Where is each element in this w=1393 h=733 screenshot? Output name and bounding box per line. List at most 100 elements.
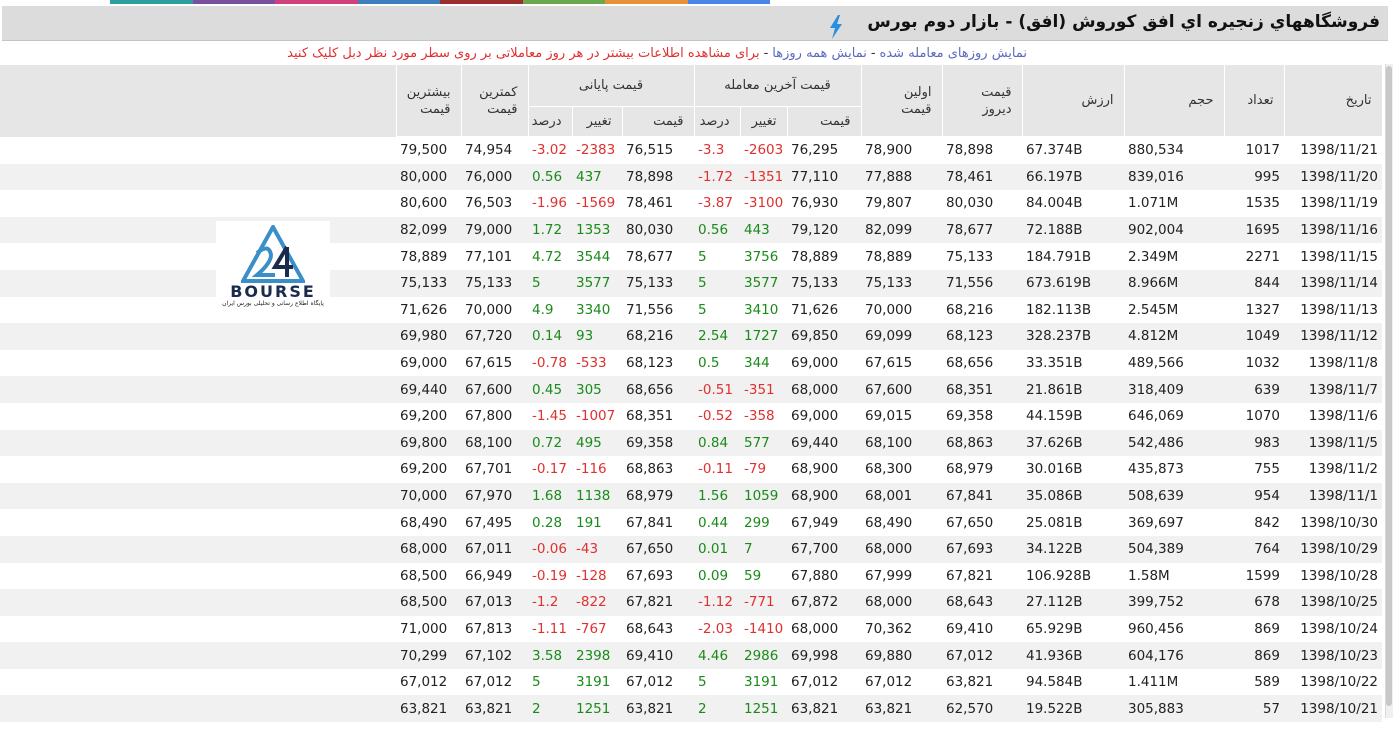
cell-count: 639 xyxy=(1224,376,1284,403)
cell-last-price: 68,900 xyxy=(791,461,839,478)
row-spacer xyxy=(0,216,396,244)
table-row[interactable]: 69,980 67,720 0.14 93 68,216 2.54 1727 69,850 69… xyxy=(0,323,1382,350)
cell-min: 67,813 xyxy=(465,620,513,637)
table-row[interactable]: 68,500 66,949 -0.19 -128 67,693 0.09 59 67,880 6… xyxy=(0,563,1382,590)
cell-last-price: 68,000 xyxy=(787,376,861,403)
cell-last-pct: 4.46 xyxy=(694,642,740,669)
scrollbar-thumb[interactable] xyxy=(1386,66,1392,706)
cell-first: 77,888 xyxy=(861,163,942,191)
table-row[interactable]: 79,500 74,954 -3.02 -2383 76,515 -3.3 -2603 76,… xyxy=(0,137,1382,164)
table-row[interactable]: 70,299 67,102 3.58 2398 69,410 4.46 2986 69,998… xyxy=(0,642,1382,669)
table-row[interactable]: 78,889 77,101 4.72 3544 78,677 5 3756 78,889 78,… xyxy=(0,243,1382,270)
cell-last-change: -771 xyxy=(740,589,787,616)
cell-value: 21.861B xyxy=(1022,376,1124,403)
table-row[interactable]: 70,000 67,970 1.68 1138 68,979 1.56 1059 68,900… xyxy=(0,482,1382,510)
cell-volume: 1.071M xyxy=(1128,195,1179,212)
cell-max: 79,500 xyxy=(400,142,448,159)
header-last-percent[interactable]: درصد xyxy=(693,106,741,137)
cell-last-change: 299 xyxy=(744,514,770,531)
table-row[interactable]: 71,000 67,813 -1.11 -767 68,643 -2.03 -1410 68,… xyxy=(0,616,1382,643)
link-all-days[interactable]: نمایش همه روزها xyxy=(772,46,867,61)
cell-last-price: 67,949 xyxy=(791,514,839,531)
header-count[interactable]: تعداد xyxy=(1223,64,1285,137)
header-min-price[interactable]: کمترین قیمت xyxy=(460,64,529,137)
table-row[interactable]: 82,099 79,000 1.72 1353 80,030 0.56 443 79,120 8… xyxy=(0,216,1382,244)
table-row[interactable]: 68,500 67,013 -1.2 -822 67,821 -1.12 -771 67,87… xyxy=(0,589,1382,616)
link-traded-days[interactable]: نمایش روزهای معامله شده xyxy=(880,46,1027,61)
header-final-change[interactable]: تغییر xyxy=(571,106,623,137)
cell-final-price: 69,410 xyxy=(622,642,694,669)
cell-min: 67,970 xyxy=(461,482,528,510)
cell-final-price: 71,556 xyxy=(626,301,674,318)
cell-final-pct: -0.19 xyxy=(532,567,567,584)
row-spacer xyxy=(0,323,396,350)
cell-date: 1398/11/15 xyxy=(1300,248,1378,265)
cell-prev: 68,123 xyxy=(942,323,1022,350)
top-color-strip xyxy=(110,0,770,4)
table-row[interactable]: 75,133 75,133 5 3577 75,133 5 3577 75,133 75,133… xyxy=(0,269,1382,297)
cell-value: 19.522B xyxy=(1022,695,1124,723)
cell-final-pct: 0.72 xyxy=(528,429,572,457)
cell-max: 82,099 xyxy=(396,216,461,244)
table-row[interactable]: 68,490 67,495 0.28 191 67,841 0.44 299 67,949 68… xyxy=(0,509,1382,536)
info-line: نمایش روزهای معامله شده-نمایش همه روزها-… xyxy=(287,46,1027,61)
cell-last-price: 68,900 xyxy=(787,482,861,510)
table-row[interactable]: 69,440 67,600 0.45 305 68,656 -0.51 -351 68,000… xyxy=(0,376,1382,403)
cell-final-price: 68,643 xyxy=(626,620,674,637)
header-volume[interactable]: حجم xyxy=(1123,64,1225,137)
cell-last-pct: -0.51 xyxy=(694,376,740,403)
cell-final-change: -116 xyxy=(576,461,607,478)
cell-last-price: 67,012 xyxy=(791,674,839,691)
table-row[interactable]: 80,000 76,000 0.56 437 78,898 -1.72 -1351 77,11… xyxy=(0,163,1382,191)
cell-final-pct: -3.02 xyxy=(532,142,567,159)
cell-last-change: -1351 xyxy=(740,163,787,191)
cell-final-pct: 0.28 xyxy=(532,514,563,531)
cell-final-change: -128 xyxy=(576,567,607,584)
cell-max: 68,500 xyxy=(400,567,448,584)
cell-value: 34.122B xyxy=(1022,535,1124,563)
cell-final-pct: 0.45 xyxy=(528,376,572,403)
header-prev-price[interactable]: قیمت دیروز xyxy=(941,64,1023,137)
cell-last-change: 577 xyxy=(740,429,787,457)
table-row[interactable]: 71,626 70,000 4.9 3340 71,556 5 3410 71,626 70,0… xyxy=(0,297,1382,324)
table-row[interactable]: 68,000 67,011 -0.06 -43 67,650 0.01 7 67,700 68,… xyxy=(0,535,1382,563)
cell-final-change: -1569 xyxy=(576,195,616,212)
table-row[interactable]: 69,200 67,800 -1.45 -1007 68,351 -0.52 -358 69,… xyxy=(0,403,1382,430)
cell-value: 673.619B xyxy=(1022,269,1124,297)
table-row[interactable]: 69,000 67,615 -0.78 -533 68,123 0.5 344 69,000 6… xyxy=(0,350,1382,377)
cell-prev: 69,410 xyxy=(946,620,994,637)
cell-first: 68,490 xyxy=(865,514,913,531)
cell-count: 954 xyxy=(1224,482,1284,510)
header-first-price[interactable]: اولین قیمت xyxy=(860,64,943,137)
row-spacer xyxy=(0,482,396,510)
header-last-trade[interactable]: قیمت آخرین معامله xyxy=(693,64,862,107)
cell-volume: 489,566 xyxy=(1128,355,1184,372)
cell-final-pct: 5 xyxy=(528,269,572,297)
header-final-price[interactable]: قیمت پایانی xyxy=(527,64,695,107)
table-row[interactable]: 69,200 67,701 -0.17 -116 68,863 -0.11 -79 68,90… xyxy=(0,456,1382,483)
cell-last-pct: 5 xyxy=(698,301,707,318)
cell-last-change: -2603 xyxy=(744,142,784,159)
header-value[interactable]: ارزش xyxy=(1021,64,1125,137)
header-date[interactable]: تاریخ xyxy=(1283,64,1383,137)
cell-final-pct: -1.11 xyxy=(532,620,567,637)
cell-first: 68,001 xyxy=(861,482,942,510)
cell-final-change: 3191 xyxy=(576,674,611,691)
cell-volume: 2.545M xyxy=(1128,301,1179,318)
header-final-value[interactable]: قیمت xyxy=(621,106,695,137)
table-row[interactable]: 67,012 67,012 5 3191 67,012 5 3191 67,012 67,012… xyxy=(0,669,1382,696)
cell-count: 2271 xyxy=(1245,248,1280,265)
table-row[interactable]: 69,800 68,100 0.72 495 69,358 0.84 577 69,440 68… xyxy=(0,429,1382,457)
header-last-value[interactable]: قیمت xyxy=(786,106,862,137)
cell-prev: 78,898 xyxy=(946,142,994,159)
cell-count: 983 xyxy=(1224,429,1284,457)
cell-first: 68,100 xyxy=(861,429,942,457)
cell-last-pct: 0.56 xyxy=(694,216,740,244)
header-max-price[interactable]: بیشترین قیمت xyxy=(395,64,462,137)
table-row[interactable]: 80,600 76,503 -1.96 -1569 78,461 -3.87 -3100 76… xyxy=(0,190,1382,217)
header-last-change[interactable]: تغییر xyxy=(739,106,788,137)
table-row[interactable]: 63,821 63,821 2 1251 63,821 2 1251 63,821 63,821… xyxy=(0,695,1382,723)
history-table: بیشترین قیمت کمترین قیمت قیمت پایانی قیمت … xyxy=(0,64,1383,723)
cell-value: 35.086B xyxy=(1022,482,1124,510)
header-final-percent[interactable]: درصد xyxy=(527,106,573,137)
